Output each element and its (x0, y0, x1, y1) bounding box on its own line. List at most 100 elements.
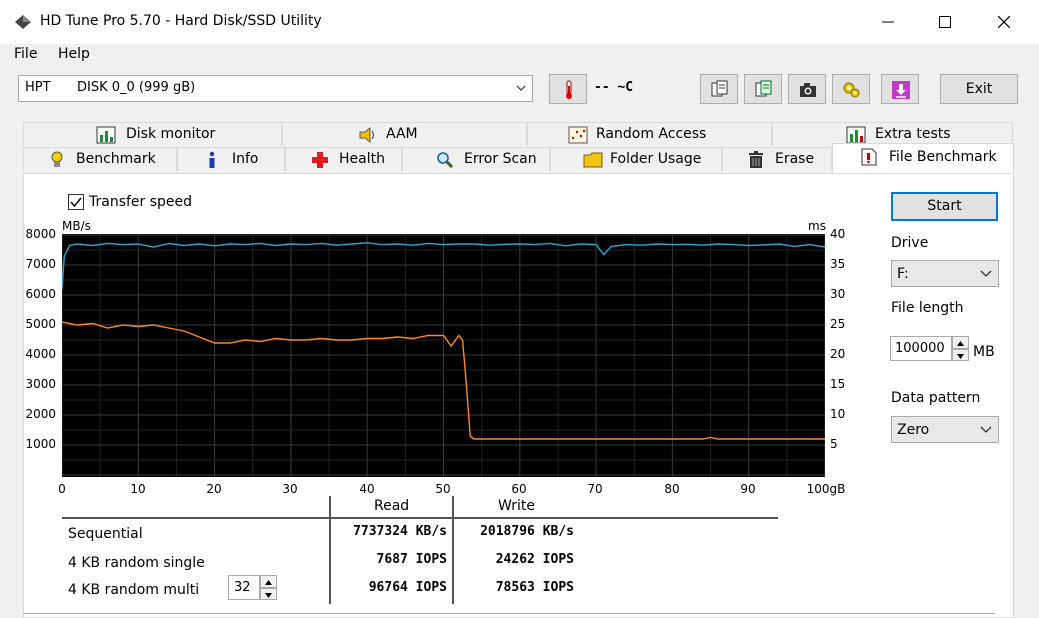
info-icon (209, 151, 215, 168)
minimize-button[interactable] (859, 0, 917, 44)
tab-label: Error Scan (464, 151, 537, 167)
tab-aam[interactable]: AAM (282, 122, 527, 146)
title-bar: HD Tune Pro 5.70 - Hard Disk/SSD Utility (0, 0, 1039, 44)
health-cross-icon (312, 152, 328, 168)
y-tick-left: 3000 (25, 377, 56, 391)
maximize-icon (939, 16, 951, 28)
tab-label: Benchmark (76, 151, 156, 167)
table-divider (452, 496, 454, 604)
y-tick-left: 8000 (25, 227, 56, 241)
tab-benchmark[interactable]: Benchmark (23, 147, 177, 171)
row-sequential-label: Sequential (68, 526, 143, 542)
extra-tests-icon (846, 126, 866, 144)
download-arrow-icon (892, 81, 910, 99)
y-tick-right: 20 (830, 347, 846, 361)
bulb-icon (51, 151, 63, 167)
chevron-down-icon (516, 85, 526, 91)
disk-select[interactable]: HPT DISK 0_0 (999 gB) (18, 75, 533, 102)
queue-depth-input[interactable]: 32 (228, 575, 260, 600)
tab-health[interactable]: Health (285, 147, 402, 171)
y-tick-left: 4000 (25, 347, 56, 361)
transfer-speed-checkbox[interactable] (68, 194, 84, 210)
exit-button[interactable]: Exit (940, 74, 1018, 104)
disk-monitor-icon (96, 126, 116, 144)
folder-icon (583, 152, 603, 168)
random-access-icon (568, 126, 588, 144)
tab-label: Disk monitor (126, 126, 216, 142)
close-button[interactable] (975, 0, 1033, 44)
data-pattern-select[interactable]: Zero (891, 416, 999, 443)
tab-label: Erase (775, 151, 815, 167)
drive-select[interactable]: F: (891, 260, 999, 287)
temperature-button[interactable] (549, 74, 587, 104)
transfer-speed-label: Transfer speed (89, 194, 193, 210)
gears-icon (843, 82, 860, 98)
x-tick: 70 (587, 482, 603, 496)
tab-label: Folder Usage (610, 151, 702, 167)
menu-bar: File Help (0, 44, 1039, 66)
queue-depth-spin-up[interactable] (260, 575, 277, 588)
spin-up-icon (957, 341, 964, 346)
copy-all-button[interactable] (744, 74, 782, 104)
y-tick-right: 30 (830, 287, 846, 301)
camera-icon (800, 83, 816, 97)
table-divider (329, 496, 331, 604)
x-tick: 40 (359, 482, 375, 496)
minimize-icon (882, 21, 894, 23)
disk-name: DISK 0_0 (999 gB) (77, 80, 196, 95)
y-tick-right: 40 (830, 227, 846, 241)
x-tick: 80 (664, 482, 680, 496)
file-length-spin-down[interactable] (952, 349, 969, 361)
tab-erase[interactable]: Erase (722, 147, 832, 171)
y-axis-left-label: MB/s (62, 219, 91, 233)
tab-folder-usage[interactable]: Folder Usage (550, 147, 722, 171)
temperature-readout: -- ~C (594, 80, 634, 95)
window-title: HD Tune Pro 5.70 - Hard Disk/SSD Utility (40, 13, 322, 29)
copy-icon (711, 80, 728, 97)
y-tick-right: 10 (830, 407, 846, 421)
y-tick-left: 2000 (25, 407, 56, 421)
y-axis-right-label: ms (808, 219, 826, 233)
close-icon (997, 15, 1011, 29)
tab-label: Health (339, 151, 385, 167)
maximize-button[interactable] (916, 0, 974, 44)
start-button[interactable]: Start (891, 192, 998, 221)
tab-error-scan[interactable]: Error Scan (402, 147, 550, 171)
tab-label: Random Access (596, 126, 707, 142)
file-length-spin-up[interactable] (952, 336, 969, 349)
data-pattern-label: Data pattern (891, 390, 981, 406)
queue-depth-value: 32 (234, 580, 251, 595)
table-divider (62, 517, 778, 519)
x-tick: 10 (130, 482, 146, 496)
app-icon (15, 15, 31, 29)
sequential-write-value: 2018796 KB/s (480, 524, 574, 539)
tab-label: Info (232, 151, 259, 167)
write-header: Write (498, 498, 535, 514)
file-length-label: File length (891, 300, 964, 316)
y-tick-right: 25 (830, 317, 846, 331)
spin-up-icon (265, 580, 272, 585)
y-tick-left: 1000 (25, 437, 56, 451)
tab-random-access[interactable]: Random Access (527, 122, 772, 146)
options-button[interactable] (832, 74, 870, 104)
transfer-chart (62, 234, 825, 477)
4kb-multi-read-value: 96764 IOPS (368, 580, 447, 595)
tab-disk-monitor[interactable]: Disk monitor (23, 122, 282, 146)
file-length-unit: MB (973, 344, 995, 360)
x-tick: 30 (282, 482, 298, 496)
save-button[interactable] (881, 74, 919, 104)
screenshot-button[interactable] (788, 74, 826, 104)
menu-file[interactable]: File (14, 46, 37, 62)
file-length-input[interactable]: 100000 (890, 336, 952, 361)
row-4kb-single-label: 4 KB random single (68, 555, 205, 571)
y-tick-right: 5 (830, 437, 838, 451)
tab-info[interactable]: Info (177, 147, 285, 171)
copy-button[interactable] (700, 74, 738, 104)
x-tick: 60 (511, 482, 527, 496)
sequential-read-value: 7737324 KB/s (353, 524, 447, 539)
menu-help[interactable]: Help (58, 46, 90, 62)
file-length-value: 100000 (895, 341, 945, 356)
tab-file-benchmark[interactable]: File Benchmark (832, 143, 1014, 173)
x-tick: 50 (435, 482, 451, 496)
queue-depth-spin-down[interactable] (260, 588, 277, 600)
